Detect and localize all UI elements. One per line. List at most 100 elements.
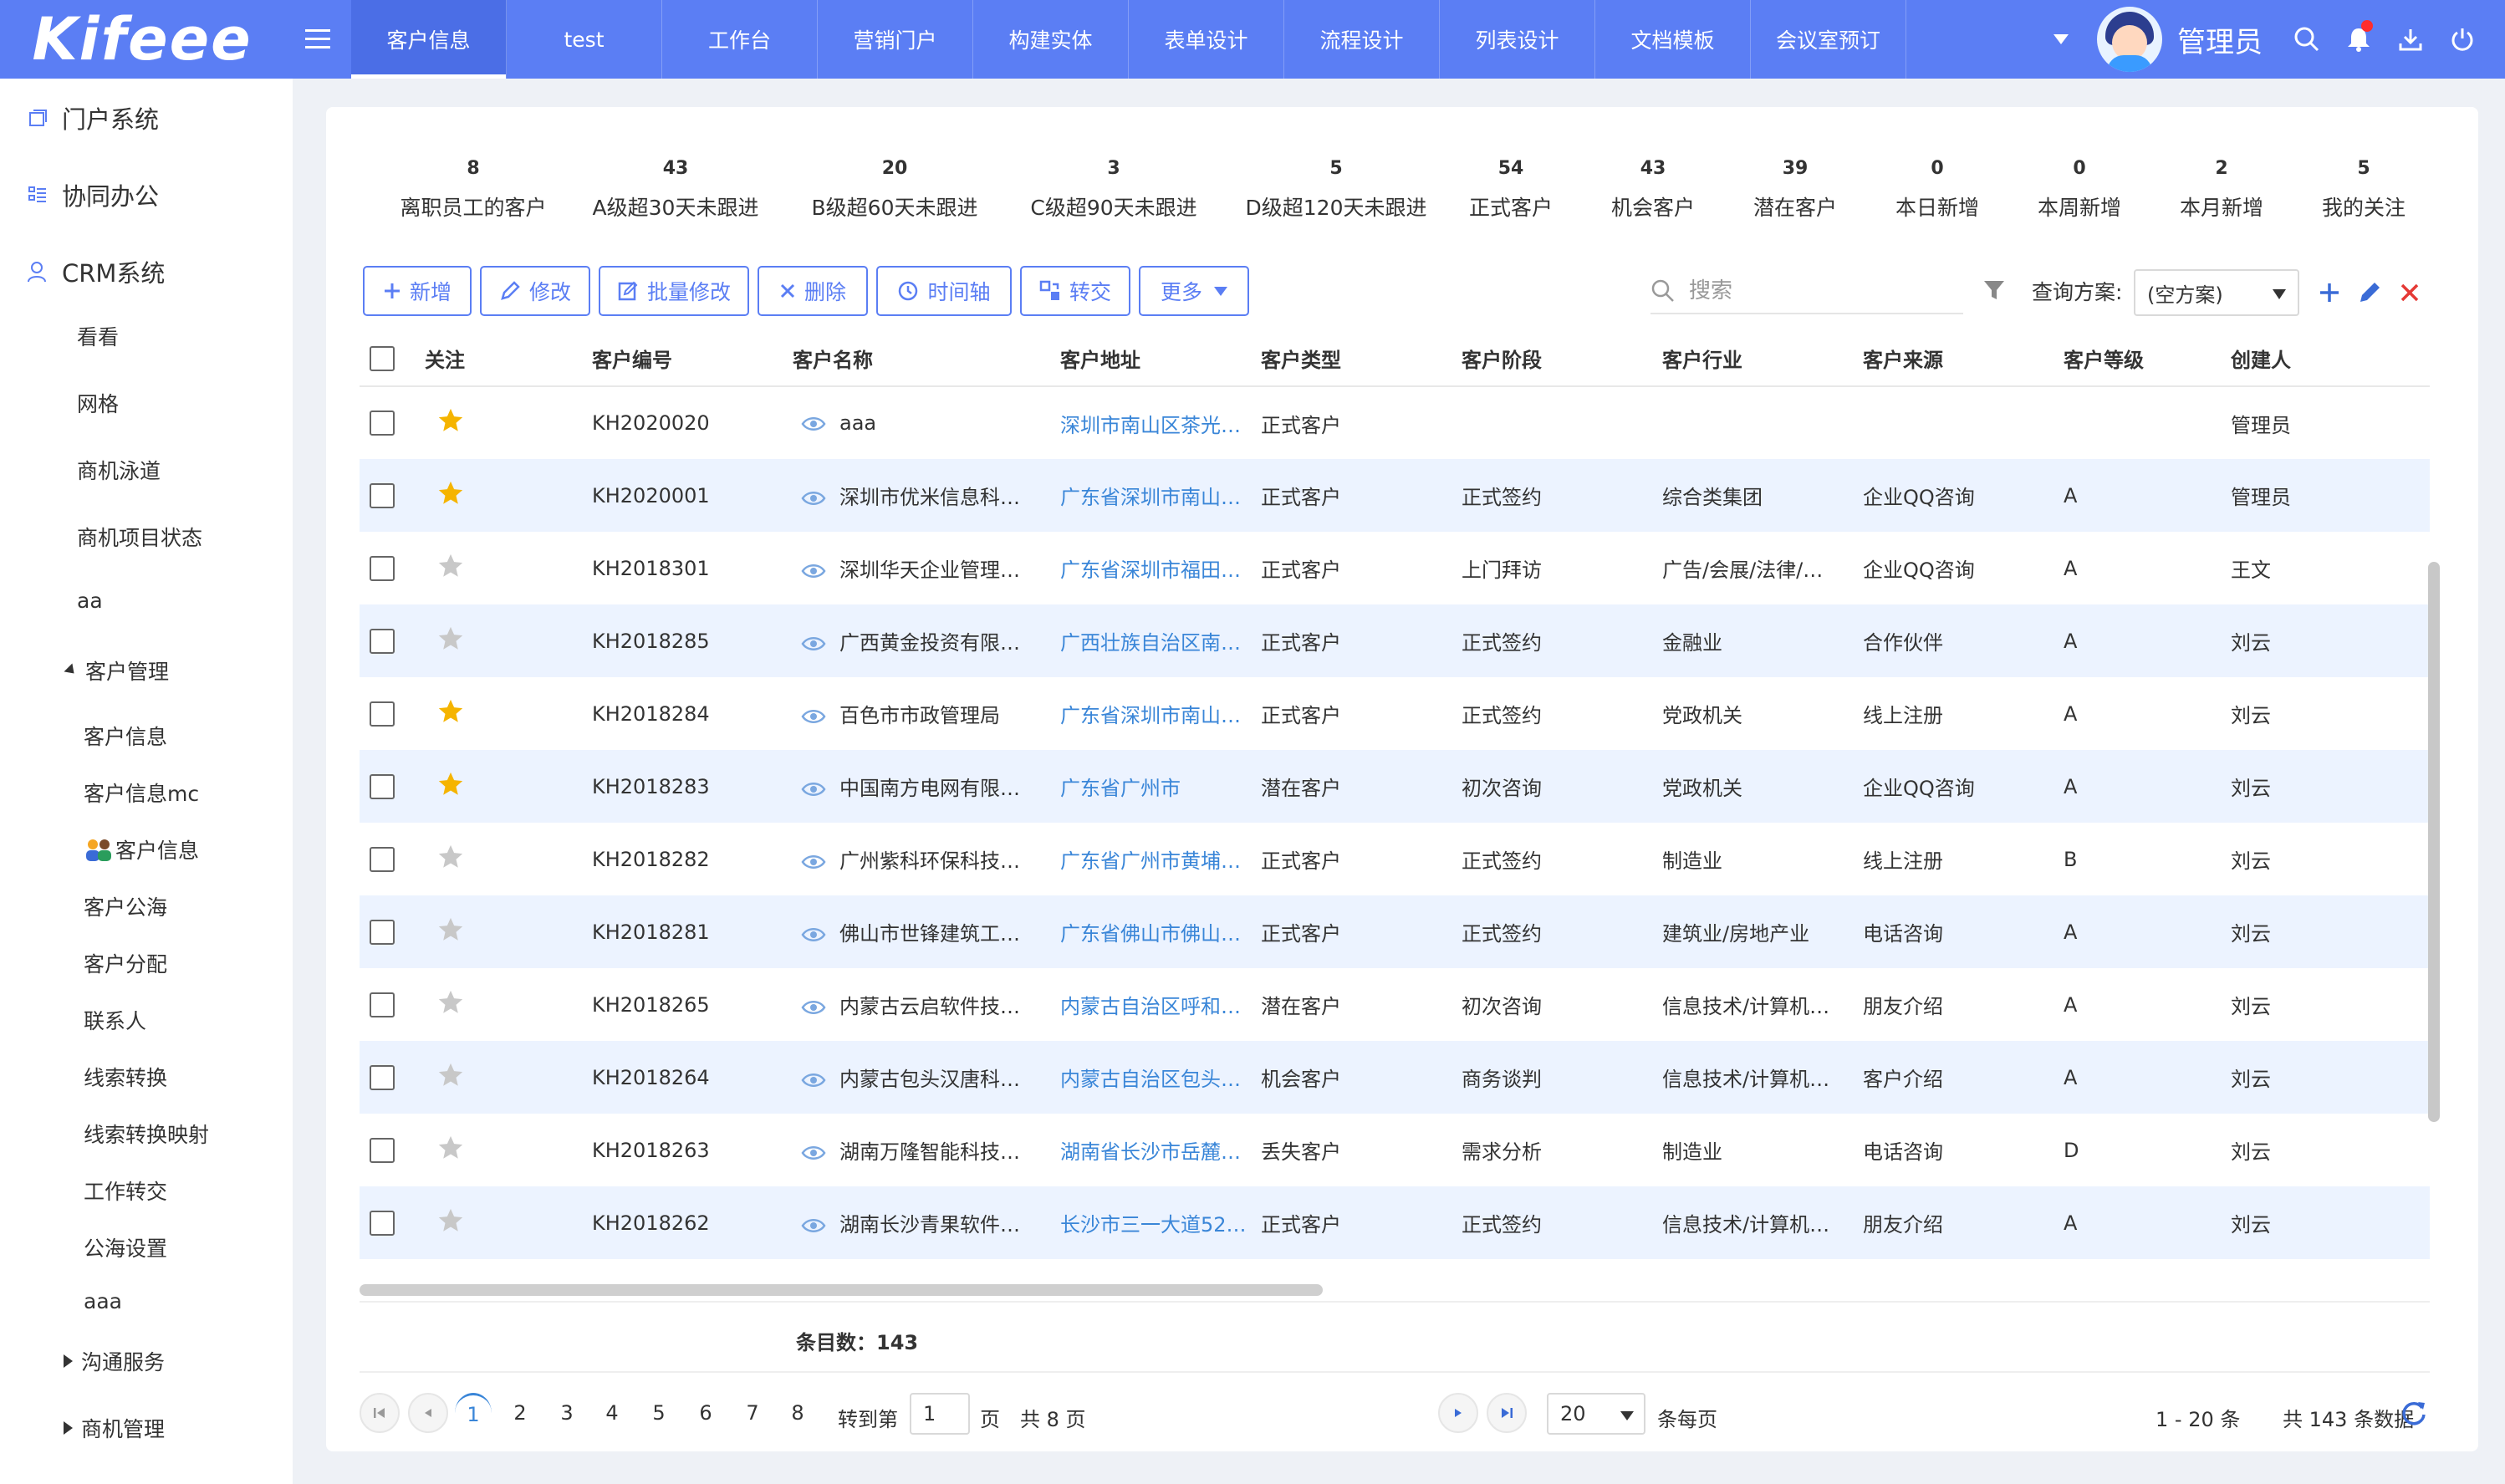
eye-icon[interactable] — [801, 781, 826, 798]
stat-d-level-120[interactable]: 5 D级超120天未跟进 — [1236, 150, 1436, 234]
timeline-button[interactable]: 时间轴 — [876, 266, 1012, 316]
stat-opportunity-customers[interactable]: 43 机会客户 — [1590, 150, 1716, 234]
eye-icon[interactable] — [801, 1145, 826, 1161]
sidebar-group-communication[interactable]: 沟通服务 — [64, 1346, 165, 1376]
first-page-button[interactable] — [360, 1393, 400, 1433]
table-row[interactable]: KH2020001 深圳市优米信息科…广东省深圳市南山区桃园…正式客户 正式签约 综合… — [360, 459, 2430, 532]
cell-address[interactable]: 广西壮族自治区南宁市南… — [1055, 604, 1256, 677]
stat-new-week[interactable]: 0 本周新增 — [2017, 150, 2142, 234]
row-checkbox[interactable] — [370, 1064, 395, 1090]
logout-button[interactable] — [2436, 0, 2488, 79]
eye-icon[interactable] — [801, 490, 826, 507]
stat-potential-customers[interactable]: 39 潜在客户 — [1732, 150, 1858, 234]
goto-page-input[interactable] — [910, 1393, 970, 1435]
cell-address[interactable]: 广东省佛山市佛山市禅南… — [1055, 895, 1256, 968]
column-header-source[interactable]: 客户来源 — [1858, 331, 2059, 387]
nav-more-dropdown[interactable] — [2040, 0, 2082, 79]
table-row[interactable]: KH2018285 广西黄金投资有限…广西壮族自治区南宁市南…正式客户 正式签约 金融… — [360, 604, 2430, 677]
next-page-button[interactable] — [1438, 1393, 1478, 1433]
edit-button[interactable]: 修改 — [480, 266, 590, 316]
stat-formal-customers[interactable]: 54 正式客户 — [1448, 150, 1574, 234]
sidebar-item-crm[interactable]: CRM系统 — [25, 254, 165, 289]
cell-address[interactable]: 广东省广州市 — [1055, 750, 1256, 823]
star-icon[interactable] — [436, 1061, 465, 1089]
eye-icon[interactable] — [801, 708, 826, 725]
page-number[interactable]: 4 — [594, 1393, 630, 1433]
sidebar-item-lead-mapping[interactable]: 线索转换映射 — [84, 1119, 209, 1149]
row-checkbox[interactable] — [370, 628, 395, 654]
star-icon[interactable] — [436, 479, 465, 507]
delete-button[interactable]: 删除 — [758, 266, 868, 316]
column-header-address[interactable]: 客户地址 — [1055, 331, 1256, 387]
nav-tab-list-design[interactable]: 列表设计 — [1440, 0, 1595, 79]
star-icon[interactable] — [436, 625, 465, 653]
delete-scheme-button[interactable] — [2393, 274, 2426, 311]
table-row[interactable]: KH2018283 中国南方电网有限… 广东省广州市 潜在客户 初次咨询 党政机关 企业QQ… — [360, 750, 2430, 823]
sidebar-item-contacts[interactable]: 联系人 — [84, 1005, 146, 1035]
sidebar-item-opportunity-status[interactable]: 商机项目状态 — [77, 522, 202, 552]
filter-button[interactable] — [1982, 278, 2007, 306]
nav-tab-workbench[interactable]: 工作台 — [662, 0, 818, 79]
stat-my-follows[interactable]: 5 我的关注 — [2301, 150, 2426, 234]
stat-a-level-30[interactable]: 43 A级超30天未跟进 — [579, 150, 773, 234]
sidebar-item-portal[interactable]: 门户系统 — [25, 100, 159, 135]
sidebar-item-work-transfer[interactable]: 工作转交 — [84, 1175, 167, 1206]
stat-c-level-90[interactable]: 3 C级超90天未跟进 — [1017, 150, 1211, 234]
vertical-scrollbar[interactable] — [2428, 562, 2440, 1122]
page-number[interactable]: 8 — [779, 1393, 816, 1433]
table-row[interactable]: KH2018281 佛山市世锋建筑工…广东省佛山市佛山市禅南…正式客户 正式签约 建筑… — [360, 895, 2430, 968]
sidebar-item-grid[interactable]: 网格 — [77, 388, 119, 418]
row-checkbox[interactable] — [370, 555, 395, 581]
sidebar-item-aa[interactable]: aa — [77, 589, 103, 613]
query-scheme-select[interactable]: (空方案) — [2134, 269, 2299, 316]
cell-address[interactable]: 深圳市南山区茶光路74号… — [1055, 386, 1256, 459]
row-checkbox[interactable] — [370, 482, 395, 508]
column-header-name[interactable]: 客户名称 — [788, 331, 1055, 387]
nav-tab-customer-info[interactable]: 客户信息 — [351, 0, 507, 79]
download-button[interactable] — [2385, 0, 2436, 79]
last-page-button[interactable] — [1487, 1393, 1527, 1433]
table-row[interactable]: KH2018263 湖南万隆智能科技…湖南省长沙市岳麓区银盆…丢失客户 需求分析 制造… — [360, 1114, 2430, 1186]
search-button[interactable] — [2281, 0, 2333, 79]
eye-icon[interactable] — [801, 635, 826, 652]
sidebar-item-lead-convert[interactable]: 线索转换 — [84, 1062, 167, 1092]
star-icon[interactable] — [436, 843, 465, 871]
eye-icon[interactable] — [801, 416, 826, 432]
column-header-industry[interactable]: 客户行业 — [1657, 331, 1858, 387]
eye-icon[interactable] — [801, 1217, 826, 1234]
eye-icon[interactable] — [801, 999, 826, 1016]
eye-icon[interactable] — [801, 563, 826, 579]
row-checkbox[interactable] — [370, 773, 395, 799]
select-all-checkbox[interactable] — [370, 345, 395, 371]
eye-icon[interactable] — [801, 926, 826, 943]
cell-address[interactable]: 广东省深圳市福田区平安… — [1055, 532, 1256, 604]
star-icon[interactable] — [436, 552, 465, 580]
row-checkbox[interactable] — [370, 1137, 395, 1163]
edit-scheme-button[interactable] — [2353, 274, 2386, 311]
sidebar-group-opportunity[interactable]: 商机管理 — [64, 1413, 165, 1443]
eye-icon[interactable] — [801, 854, 826, 870]
cell-address[interactable]: 内蒙古自治区包头市头稀… — [1055, 1041, 1256, 1114]
table-row[interactable]: KH2018282 广州紫科环保科技…广东省广州市黄埔区开创…正式客户 正式签约 制造… — [360, 823, 2430, 895]
row-checkbox[interactable] — [370, 701, 395, 727]
sidebar-group-customer-mgmt[interactable]: 客户管理 — [64, 655, 169, 686]
row-checkbox[interactable] — [370, 411, 395, 436]
star-icon[interactable] — [436, 770, 465, 798]
table-row[interactable]: KH2020020 aaa深圳市南山区茶光路74号…正式客户 管理员 — [360, 386, 2430, 459]
table-row[interactable]: KH2018265 内蒙古云启软件技…内蒙古自治区呼和浩特市…潜在客户 初次咨询 信息… — [360, 968, 2430, 1041]
page-size-select[interactable]: 20 — [1547, 1393, 1645, 1435]
transfer-button[interactable]: 转交 — [1020, 266, 1130, 316]
column-header-code[interactable]: 客户编号 — [587, 331, 788, 387]
table-row[interactable]: KH2018284 百色市市政管理局广东省深圳市南山区南光…正式客户 正式签约 党政机… — [360, 677, 2430, 750]
star-icon[interactable] — [436, 697, 465, 726]
horizontal-scrollbar[interactable] — [360, 1284, 1323, 1296]
star-icon[interactable] — [436, 915, 465, 944]
notification-button[interactable] — [2333, 0, 2385, 79]
cell-address[interactable]: 湖南省长沙市岳麓区银盆… — [1055, 1114, 1256, 1186]
more-dropdown-button[interactable]: 更多 — [1139, 266, 1249, 316]
page-number-current[interactable]: 1 — [455, 1393, 492, 1433]
stat-new-month[interactable]: 2 本月新增 — [2159, 150, 2284, 234]
stat-resigned-customers[interactable]: 8 离职员工的客户 — [376, 150, 570, 234]
table-row[interactable]: KH2018264 内蒙古包头汉唐科…内蒙古自治区包头市头稀…机会客户 商务谈判 信息… — [360, 1041, 2430, 1114]
sidebar-item-customer-assign[interactable]: 客户分配 — [84, 948, 167, 978]
